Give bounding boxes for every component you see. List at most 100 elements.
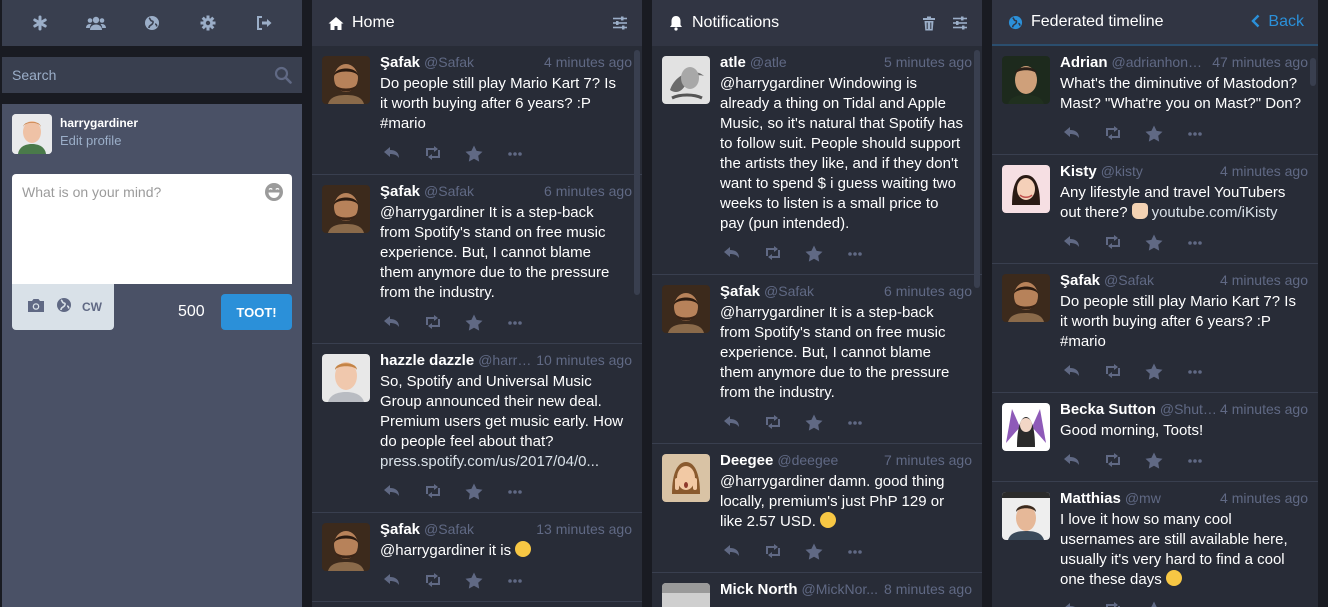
timestamp[interactable]: 6 minutes ago — [884, 283, 972, 299]
favourite-icon[interactable] — [1144, 362, 1185, 382]
display-name[interactable]: Becka Sutton — [1060, 401, 1156, 418]
status-link[interactable]: press.spotify.com/us/2017/04/0... — [380, 453, 599, 470]
more-icon[interactable] — [1185, 451, 1226, 471]
emoji-picker-icon[interactable] — [264, 182, 284, 207]
timestamp[interactable]: 13 minutes ago — [536, 521, 632, 537]
account-handle[interactable]: @atle — [750, 54, 882, 70]
camera-icon[interactable] — [26, 297, 46, 318]
more-icon[interactable] — [1185, 600, 1226, 607]
more-icon[interactable] — [845, 244, 886, 264]
more-icon[interactable] — [505, 482, 546, 502]
status-item[interactable]: hazzle dazzle @harry... 10 minutes ago So, … — [312, 344, 642, 513]
timestamp[interactable]: 4 minutes ago — [1220, 490, 1308, 506]
column-header[interactable]: Federated timeline Back — [992, 0, 1318, 46]
status-item[interactable]: Matthias @mw 4 minutes ago I love it how so… — [992, 482, 1318, 607]
timestamp[interactable]: 5 minutes ago — [884, 54, 972, 70]
account-handle[interactable]: @Safak — [424, 521, 534, 537]
avatar[interactable] — [1002, 56, 1050, 104]
status-item[interactable]: Mick North @MickNor... 8 minutes ago — [652, 573, 982, 607]
display-name[interactable]: Şafak — [380, 521, 420, 538]
sliders-icon[interactable] — [952, 16, 968, 30]
timestamp[interactable]: 4 minutes ago — [1220, 401, 1308, 417]
favourite-icon[interactable] — [464, 482, 505, 502]
boost-icon[interactable] — [423, 571, 464, 591]
reply-icon[interactable] — [1062, 362, 1103, 382]
status-item[interactable]: Kisty @kisty 4 minutes ago Any lifestyle an… — [992, 155, 1318, 264]
scrollbar[interactable] — [974, 50, 980, 288]
boost-icon[interactable] — [1103, 124, 1144, 144]
search-input[interactable] — [2, 57, 302, 93]
boost-icon[interactable] — [1103, 451, 1144, 471]
display-name[interactable]: Matthias — [1060, 490, 1121, 507]
avatar[interactable] — [662, 583, 710, 607]
reply-icon[interactable] — [722, 542, 763, 562]
favourite-icon[interactable] — [1144, 600, 1185, 607]
more-icon[interactable] — [845, 413, 886, 433]
account-handle[interactable]: @adrianhon@... — [1112, 54, 1211, 70]
gear-icon[interactable] — [196, 11, 220, 35]
more-icon[interactable] — [845, 542, 886, 562]
status-link[interactable]: youtube.com/iKisty — [1152, 204, 1278, 221]
boost-icon[interactable] — [763, 244, 804, 264]
favourite-icon[interactable] — [464, 571, 505, 591]
status-item[interactable]: Becka Sutton@Shutsu...4 minutes ago Good … — [992, 393, 1318, 482]
timestamp[interactable]: 4 minutes ago — [544, 54, 632, 70]
account-handle[interactable]: @kisty — [1101, 163, 1218, 179]
display-name[interactable]: Mick North — [720, 581, 798, 598]
account-handle[interactable]: @Safak — [764, 283, 882, 299]
edit-profile-link[interactable]: Edit profile — [60, 133, 138, 148]
more-icon[interactable] — [505, 313, 546, 333]
column-header[interactable]: Home — [312, 0, 642, 46]
globe-icon[interactable] — [140, 11, 164, 35]
toot-button[interactable]: TOOT! — [221, 294, 292, 330]
timestamp[interactable]: 4 minutes ago — [1220, 163, 1308, 179]
reply-icon[interactable] — [1062, 451, 1103, 471]
favourite-icon[interactable] — [1144, 451, 1185, 471]
account-handle[interactable]: @harry... — [478, 352, 534, 368]
avatar[interactable] — [662, 285, 710, 333]
favourite-icon[interactable] — [1144, 124, 1185, 144]
back-button[interactable]: Back — [1251, 12, 1304, 33]
favourite-icon[interactable] — [1144, 233, 1185, 253]
avatar[interactable] — [662, 454, 710, 502]
display-name[interactable]: Adrian — [1060, 54, 1108, 71]
boost-icon[interactable] — [1103, 362, 1144, 382]
favourite-icon[interactable] — [464, 144, 505, 164]
account-handle[interactable]: @deegee — [777, 452, 882, 468]
avatar[interactable] — [322, 354, 370, 402]
status-item[interactable]: Şafak @Safak 4 minutes ago Do people still … — [312, 46, 642, 175]
account-handle[interactable]: @Safak — [424, 54, 542, 70]
reply-icon[interactable] — [722, 413, 763, 433]
status-item[interactable]: Deegee @deegee 7 minutes ago @harrygardiner… — [652, 444, 982, 573]
timestamp[interactable]: 6 minutes ago — [544, 183, 632, 199]
reply-icon[interactable] — [1062, 600, 1103, 607]
display-name[interactable]: Kisty — [1060, 163, 1097, 180]
display-name[interactable]: Şafak — [380, 183, 420, 200]
boost-icon[interactable] — [423, 313, 464, 333]
reply-icon[interactable] — [382, 571, 423, 591]
avatar[interactable] — [12, 114, 52, 154]
boost-icon[interactable] — [763, 413, 804, 433]
reply-icon[interactable] — [382, 144, 423, 164]
timestamp[interactable]: 4 minutes ago — [1220, 272, 1308, 288]
compose-textarea[interactable] — [12, 174, 292, 284]
more-icon[interactable] — [1185, 233, 1226, 253]
search-icon[interactable] — [274, 66, 292, 89]
status-item[interactable]: Şafak @Safak 6 minutes ago @harrygardiner I… — [312, 175, 642, 344]
favourite-icon[interactable] — [804, 542, 845, 562]
display-name[interactable]: hazzle dazzle — [380, 352, 474, 369]
reply-icon[interactable] — [1062, 233, 1103, 253]
avatar[interactable] — [1002, 492, 1050, 540]
status-item[interactable]: Şafak @Safak 6 minutes ago @harrygardiner I… — [652, 275, 982, 444]
avatar[interactable] — [1002, 403, 1050, 451]
avatar[interactable] — [1002, 274, 1050, 322]
globe-icon[interactable] — [56, 297, 72, 318]
display-name[interactable]: Şafak — [1060, 272, 1100, 289]
favourite-icon[interactable] — [804, 413, 845, 433]
boost-icon[interactable] — [423, 482, 464, 502]
account-handle[interactable]: @Safak — [1104, 272, 1218, 288]
trash-icon[interactable] — [922, 16, 936, 31]
favourite-icon[interactable] — [804, 244, 845, 264]
avatar[interactable] — [322, 523, 370, 571]
avatar[interactable] — [322, 56, 370, 104]
